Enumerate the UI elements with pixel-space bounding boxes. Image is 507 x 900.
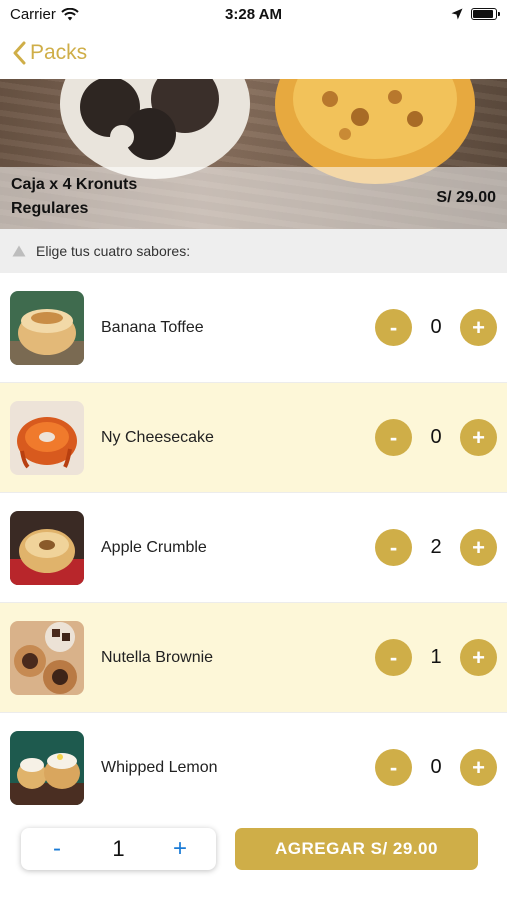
section-header: Elige tus cuatro sabores: [0, 229, 507, 273]
hero-banner: Caja x 4 Kronuts Regulares S/ 29.00 [0, 79, 507, 229]
quantity-value: 0 [430, 756, 442, 778]
flavor-thumbnail [10, 400, 84, 475]
flavor-list: Banana Toffee - 0 + Ny Cheesecake - 0 + [0, 273, 507, 823]
flavor-name: Whipped Lemon [101, 758, 218, 776]
back-label: Packs [30, 41, 88, 64]
decrement-button[interactable]: - [375, 309, 412, 346]
carrier-label: Carrier [10, 5, 56, 23]
battery-icon [471, 8, 500, 20]
list-item: Whipped Lemon - 0 + [0, 713, 507, 823]
section-header-label: Elige tus cuatro sabores: [36, 243, 191, 259]
flavor-name: Banana Toffee [101, 318, 204, 336]
increment-button[interactable]: + [460, 529, 497, 566]
decrement-button[interactable]: - [375, 639, 412, 676]
status-bar: Carrier 3:28 AM [0, 0, 507, 28]
ny-cheesecake-image [10, 400, 84, 475]
increment-button[interactable]: + [460, 309, 497, 346]
back-button[interactable]: Packs [12, 41, 87, 65]
order-quantity-value: 1 [112, 836, 125, 861]
quantity-value: 0 [430, 426, 442, 448]
increment-button[interactable]: + [460, 749, 497, 786]
decrement-button[interactable]: - [375, 749, 412, 786]
flavor-thumbnail [10, 290, 84, 365]
status-right [451, 8, 500, 20]
decrement-button[interactable]: - [375, 419, 412, 456]
chevron-left-icon [13, 41, 26, 65]
flavor-name: Apple Crumble [101, 538, 207, 556]
banana-toffee-image [10, 290, 84, 365]
apple-crumble-image [10, 510, 84, 585]
increment-button[interactable]: + [460, 639, 497, 676]
whipped-lemon-image [10, 730, 84, 805]
quantity-stepper: - 0 + [375, 749, 497, 786]
quantity-value: 2 [430, 536, 442, 558]
flavor-name: Ny Cheesecake [101, 428, 214, 446]
quantity-value: 0 [430, 316, 442, 338]
order-quantity-stepper: - 1 + [21, 828, 216, 870]
quantity-stepper: - 0 + [375, 419, 497, 456]
nav-bar: Packs [0, 28, 507, 78]
nutella-brownie-image [10, 620, 84, 695]
add-to-cart-button[interactable]: AGREGAR S/ 29.00 [235, 828, 478, 870]
quantity-value: 1 [430, 646, 442, 668]
decrement-button[interactable]: - [375, 529, 412, 566]
flavor-thumbnail [10, 620, 84, 695]
wifi-icon [61, 7, 79, 20]
product-price: S/ 29.00 [436, 189, 496, 206]
location-arrow-icon [451, 8, 463, 20]
list-item: Apple Crumble - 2 + [0, 493, 507, 603]
flavor-thumbnail [10, 730, 84, 805]
flavor-thumbnail [10, 510, 84, 585]
flavor-name: Nutella Brownie [101, 648, 214, 666]
list-item: Ny Cheesecake - 0 + [0, 383, 507, 493]
triangle-icon [12, 245, 26, 257]
bottom-bar: - 1 + AGREGAR S/ 29.00 [0, 808, 507, 900]
order-decrement-button[interactable]: - [47, 835, 67, 863]
increment-button[interactable]: + [460, 419, 497, 456]
status-left: Carrier [10, 6, 79, 23]
quantity-stepper: - 1 + [375, 639, 497, 676]
product-title: Caja x 4 Kronuts Regulares [11, 176, 138, 217]
quantity-stepper: - 0 + [375, 309, 497, 346]
order-increment-button[interactable]: + [170, 835, 190, 863]
quantity-stepper: - 2 + [375, 529, 497, 566]
list-item: Nutella Brownie - 1 + [0, 603, 507, 713]
list-item: Banana Toffee - 0 + [0, 273, 507, 383]
